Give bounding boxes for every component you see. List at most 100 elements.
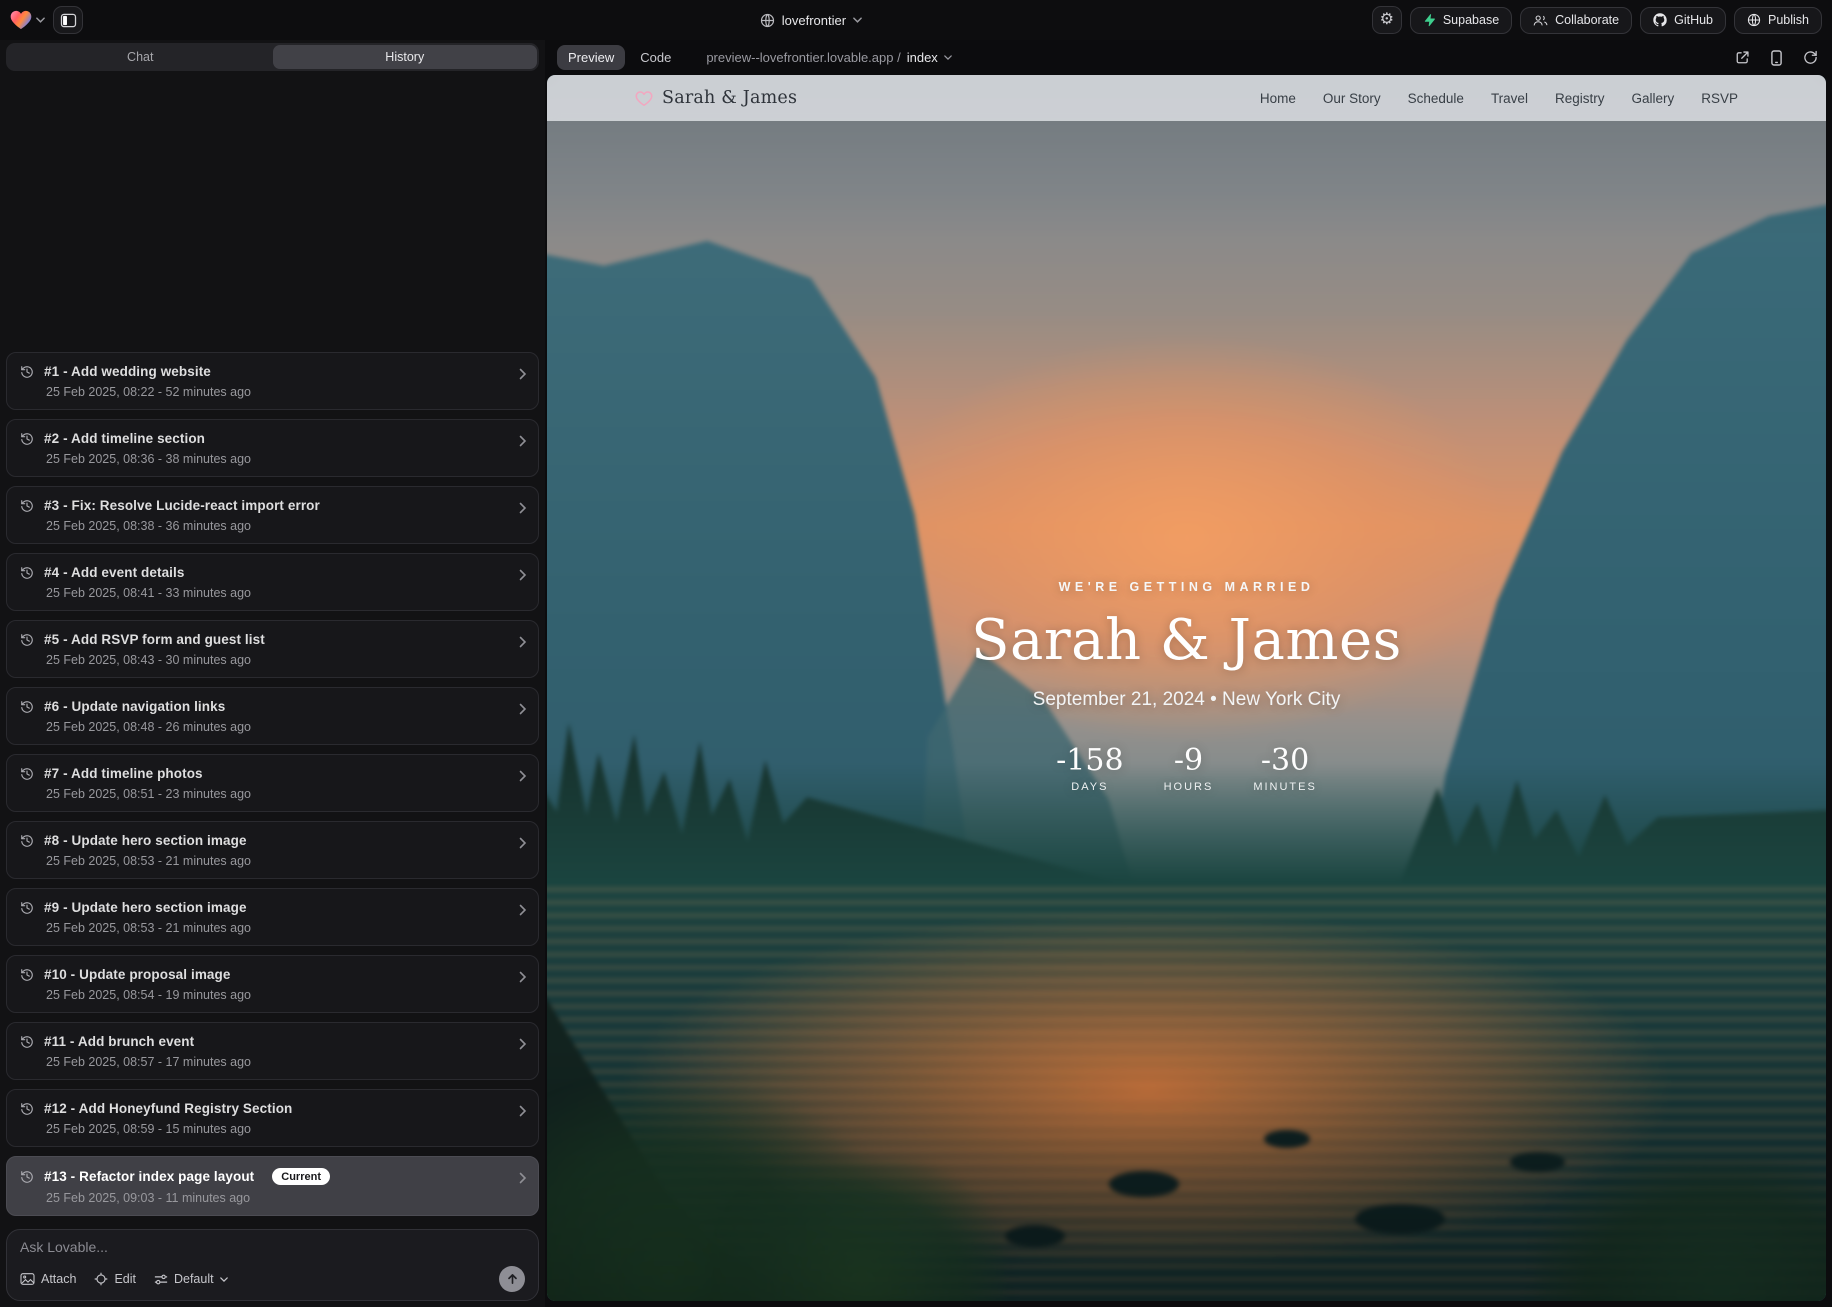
crosshair-icon [94,1272,108,1286]
chevron-right-icon [519,569,527,581]
history-list: #1 - Add wedding website 25 Feb 2025, 08… [0,75,545,1225]
chevron-right-icon [519,435,527,447]
project-switcher[interactable]: lovefrontier [250,13,1372,28]
countdown-value: -9 [1164,743,1214,778]
chevron-down-icon [220,1277,228,1282]
history-clock-icon [20,901,34,915]
chevron-right-icon [519,837,527,849]
history-item[interactable]: #12 - Add Honeyfund Registry Section 25 … [6,1089,539,1147]
history-clock-icon [20,499,34,513]
history-clock-icon [20,834,34,848]
countdown-unit: -158 DAYS [1056,743,1123,793]
history-clock-icon [20,767,34,781]
countdown-value: -30 [1253,743,1317,778]
history-item-title: #3 - Fix: Resolve Lucide-react import er… [44,498,320,513]
history-item[interactable]: #1 - Add wedding website 25 Feb 2025, 08… [6,352,539,410]
tab-preview[interactable]: Preview [557,45,625,70]
history-item-timestamp: 25 Feb 2025, 08:53 - 21 minutes ago [46,921,508,935]
refresh-button[interactable] [1803,50,1818,65]
nav-link[interactable]: Gallery [1631,91,1674,106]
nav-link[interactable]: Schedule [1408,91,1464,106]
hero-date-location: September 21, 2024 • New York City [547,689,1826,711]
tab-history[interactable]: History [273,45,538,69]
chevron-right-icon [519,636,527,648]
chevron-down-icon [36,17,45,23]
history-item-timestamp: 25 Feb 2025, 08:38 - 36 minutes ago [46,519,508,533]
nav-link[interactable]: Registry [1555,91,1605,106]
history-item-title: #10 - Update proposal image [44,967,231,982]
history-item[interactable]: #11 - Add brunch event 25 Feb 2025, 08:5… [6,1022,539,1080]
preview-url[interactable]: preview--lovefrontier.lovable.app / inde… [706,50,951,65]
tab-code[interactable]: Code [629,45,682,70]
history-item-timestamp: 25 Feb 2025, 08:54 - 19 minutes ago [46,988,508,1002]
history-clock-icon [20,432,34,446]
history-item[interactable]: #7 - Add timeline photos 25 Feb 2025, 08… [6,754,539,812]
publish-button[interactable]: Publish [1734,7,1822,34]
history-item[interactable]: #9 - Update hero section image 25 Feb 20… [6,888,539,946]
history-item[interactable]: #13 - Refactor index page layout Current… [6,1156,539,1216]
countdown-unit: -30 MINUTES [1253,743,1317,793]
sidebar-toggle-button[interactable] [53,6,83,34]
history-clock-icon [20,365,34,379]
history-clock-icon [20,1170,34,1184]
hero-title: Sarah & James [547,608,1826,673]
history-item[interactable]: #3 - Fix: Resolve Lucide-react import er… [6,486,539,544]
mode-select[interactable]: Default [154,1272,228,1286]
chevron-down-icon [853,17,862,23]
site-logo[interactable]: Sarah & James [635,88,797,108]
mobile-preview-button[interactable] [1770,50,1783,66]
history-item-timestamp: 25 Feb 2025, 08:59 - 15 minutes ago [46,1122,508,1136]
history-item[interactable]: #2 - Add timeline section 25 Feb 2025, 0… [6,419,539,477]
open-in-new-tab-button[interactable] [1735,50,1750,65]
panel-left-icon [60,12,77,29]
current-badge: Current [272,1168,330,1185]
history-item-title: #11 - Add brunch event [44,1034,194,1049]
tab-chat[interactable]: Chat [8,45,273,69]
history-item-timestamp: 25 Feb 2025, 08:36 - 38 minutes ago [46,452,508,466]
github-button[interactable]: GitHub [1640,7,1726,34]
preview-url-base: preview--lovefrontier.lovable.app / [706,50,900,65]
chevron-right-icon [519,1172,527,1184]
history-item-title: #12 - Add Honeyfund Registry Section [44,1101,292,1116]
nav-link[interactable]: Our Story [1323,91,1381,106]
history-clock-icon [20,566,34,580]
chevron-right-icon [519,1105,527,1117]
attach-button[interactable]: Attach [20,1272,76,1286]
collaborate-button[interactable]: Collaborate [1520,7,1632,34]
chevron-right-icon [519,904,527,916]
history-item[interactable]: #6 - Update navigation links 25 Feb 2025… [6,687,539,745]
supabase-button[interactable]: Supabase [1410,7,1512,34]
history-item-timestamp: 25 Feb 2025, 08:22 - 52 minutes ago [46,385,508,399]
users-icon [1533,14,1548,27]
supabase-bolt-icon [1423,13,1436,27]
history-item-title: #2 - Add timeline section [44,431,205,446]
history-clock-icon [20,1102,34,1116]
edit-button[interactable]: Edit [94,1272,136,1286]
nav-link[interactable]: Home [1260,91,1296,106]
history-item[interactable]: #8 - Update hero section image 25 Feb 20… [6,821,539,879]
prompt-input[interactable]: Ask Lovable... [20,1239,525,1255]
history-item-timestamp: 25 Feb 2025, 08:48 - 26 minutes ago [46,720,508,734]
history-item[interactable]: #5 - Add RSVP form and guest list 25 Feb… [6,620,539,678]
external-link-icon [1735,50,1750,65]
history-item-timestamp: 25 Feb 2025, 09:03 - 11 minutes ago [46,1191,508,1205]
send-button[interactable] [499,1266,525,1292]
site-nav: Home Our Story Schedule Travel Registry Galle… [1260,91,1738,106]
gear-icon: ⚙ [1380,12,1394,28]
nav-link[interactable]: Travel [1491,91,1528,106]
chevron-right-icon [519,1038,527,1050]
history-item-timestamp: 25 Feb 2025, 08:43 - 30 minutes ago [46,653,508,667]
history-item-title: #5 - Add RSVP form and guest list [44,632,265,647]
chevron-down-icon [944,55,952,60]
chevron-right-icon [519,368,527,380]
history-item[interactable]: #4 - Add event details 25 Feb 2025, 08:4… [6,553,539,611]
history-item-title: #13 - Refactor index page layout [44,1169,254,1184]
site-header: Sarah & James Home Our Story Schedule Trave… [547,75,1826,121]
chevron-right-icon [519,502,527,514]
lovable-logo-heart-icon[interactable] [10,10,45,30]
history-item[interactable]: #10 - Update proposal image 25 Feb 2025,… [6,955,539,1013]
settings-button[interactable]: ⚙ [1372,6,1402,34]
countdown-label: DAYS [1056,781,1123,793]
nav-link[interactable]: RSVP [1701,91,1738,106]
preview-url-page: index [907,50,938,65]
